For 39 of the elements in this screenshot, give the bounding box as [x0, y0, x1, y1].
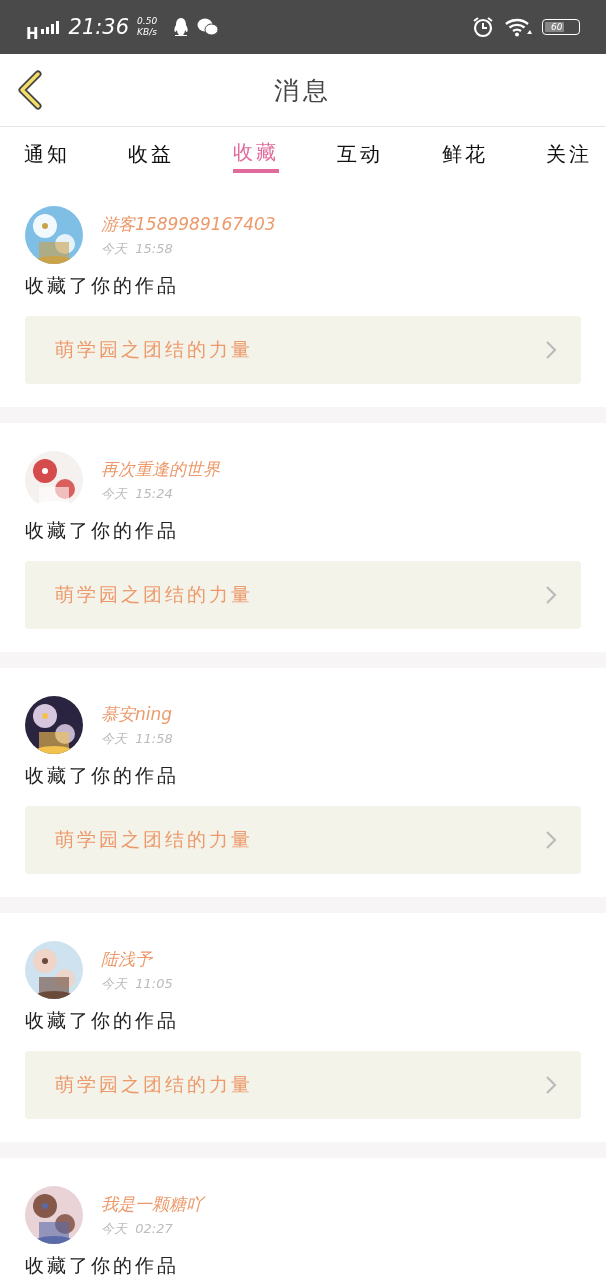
network-type: H	[26, 25, 39, 43]
user-name[interactable]: 陆浅予	[101, 947, 173, 971]
network-speed: 0.50	[137, 16, 158, 27]
message-time: 今天 11:05	[101, 974, 173, 993]
page-title: 消息	[274, 74, 332, 107]
work-link[interactable]: 萌学园之团结的力量	[25, 561, 581, 629]
work-link[interactable]: 萌学园之团结的力量	[25, 316, 581, 384]
chevron-right-icon	[545, 585, 557, 605]
message-text: 收藏了你的作品	[25, 1254, 180, 1276]
message-time: 今天 11:58	[101, 729, 173, 748]
tab[interactable]: 鲜花	[441, 127, 488, 173]
alarm-clock-icon	[472, 16, 494, 38]
chevron-right-icon	[545, 830, 557, 850]
chevron-right-icon	[545, 1075, 557, 1095]
user-name[interactable]: 慕安ning	[101, 702, 173, 726]
tab[interactable]: 收藏	[232, 127, 279, 173]
chevron-right-icon	[545, 340, 557, 360]
chat-bubbles-icon	[197, 17, 220, 37]
message-text: 收藏了你的作品	[25, 764, 180, 786]
message-time: 今天 15:58	[101, 239, 174, 258]
message-text: 收藏了你的作品	[25, 519, 180, 541]
tab[interactable]: 收益	[128, 127, 175, 173]
message-time: 今天 15:24	[101, 484, 174, 503]
tab[interactable]: 关注	[545, 127, 592, 173]
message-time: 今天 02:27	[101, 1219, 174, 1238]
message-text: 收藏了你的作品	[25, 274, 180, 296]
work-link[interactable]: 萌学园之团结的力量	[25, 806, 581, 874]
battery-level: 60	[550, 22, 563, 32]
message-text: 收藏了你的作品	[25, 1009, 180, 1031]
clock-time: 21:36	[68, 15, 130, 39]
work-link[interactable]: 萌学园之团结的力量	[25, 1051, 581, 1119]
user-name[interactable]: 游客1589989167403	[101, 212, 276, 236]
wifi-icon	[504, 17, 532, 37]
user-name[interactable]: 再次重逢的世界	[101, 457, 220, 481]
signal-icon	[40, 20, 61, 34]
tab[interactable]: 通知	[24, 127, 70, 173]
penguin-icon	[173, 17, 190, 37]
tab[interactable]: 互动	[337, 127, 384, 173]
speed-unit: KB/s	[137, 27, 158, 38]
